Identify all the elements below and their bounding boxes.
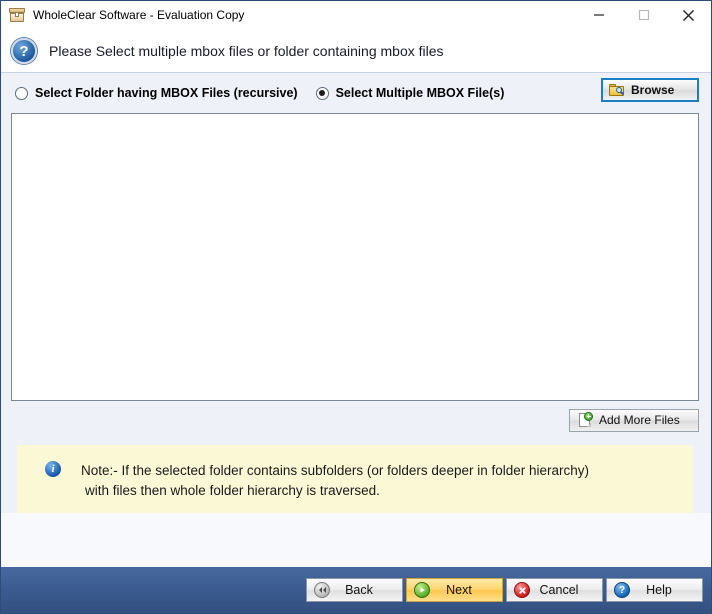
selected-files-list[interactable] <box>11 113 699 401</box>
application-window: WholeClear Software - Evaluation Copy ? … <box>0 0 712 614</box>
window-title: WholeClear Software - Evaluation Copy <box>33 8 245 22</box>
caption-button-group <box>576 1 711 29</box>
add-more-row: Add More Files <box>1 401 711 439</box>
folder-search-icon <box>609 83 625 97</box>
help-icon: ? <box>614 582 630 598</box>
help-button[interactable]: ? Help <box>606 578 703 602</box>
radio-folder-label: Select Folder having MBOX Files (recursi… <box>35 86 298 100</box>
footer-bar: Back Next Cancel ? Help <box>1 567 711 613</box>
question-mark-icon: ? <box>11 38 37 64</box>
add-more-files-button[interactable]: Add More Files <box>569 408 699 432</box>
info-icon: i <box>45 461 61 477</box>
back-button-label: Back <box>345 583 373 597</box>
file-add-icon <box>579 411 593 428</box>
radio-option-folder[interactable]: Select Folder having MBOX Files (recursi… <box>15 86 298 100</box>
browse-button[interactable]: Browse <box>601 78 699 102</box>
minimize-icon[interactable] <box>576 1 621 29</box>
back-button[interactable]: Back <box>306 578 403 602</box>
instruction-header: ? Please Select multiple mbox files or f… <box>1 30 711 73</box>
note-line-1: Note:- If the selected folder contains s… <box>81 463 590 478</box>
cancel-button[interactable]: Cancel <box>506 578 603 602</box>
note-line-2: with files then whole folder hierarchy i… <box>85 483 380 498</box>
radio-files-label: Select Multiple MBOX File(s) <box>335 86 505 100</box>
source-options-row: Select Folder having MBOX Files (recursi… <box>1 73 711 113</box>
browse-button-label: Browse <box>631 83 675 97</box>
archive-box-icon <box>9 7 25 23</box>
next-button-label: Next <box>446 583 472 597</box>
radio-folder-indicator[interactable] <box>15 86 28 100</box>
maximize-icon[interactable] <box>621 1 666 29</box>
add-more-files-label: Add More Files <box>599 413 680 427</box>
note-box: i Note:- If the selected folder contains… <box>17 445 693 513</box>
next-button[interactable]: Next <box>406 578 503 602</box>
radio-option-files[interactable]: Select Multiple MBOX File(s) <box>315 86 505 100</box>
instruction-text: Please Select multiple mbox files or fol… <box>49 43 444 59</box>
cancel-icon <box>514 582 530 598</box>
close-icon[interactable] <box>666 1 711 29</box>
dialog-body: Select Folder having MBOX Files (recursi… <box>1 73 711 567</box>
help-button-label: Help <box>646 583 672 597</box>
play-icon <box>414 582 430 598</box>
file-list-empty-state <box>12 114 698 400</box>
radio-files-indicator[interactable] <box>315 86 329 100</box>
note-text: Note:- If the selected folder contains s… <box>81 461 589 501</box>
body-spacer <box>1 513 711 567</box>
cancel-button-label: Cancel <box>539 583 579 597</box>
title-bar: WholeClear Software - Evaluation Copy <box>1 1 711 30</box>
rewind-icon <box>314 582 330 598</box>
